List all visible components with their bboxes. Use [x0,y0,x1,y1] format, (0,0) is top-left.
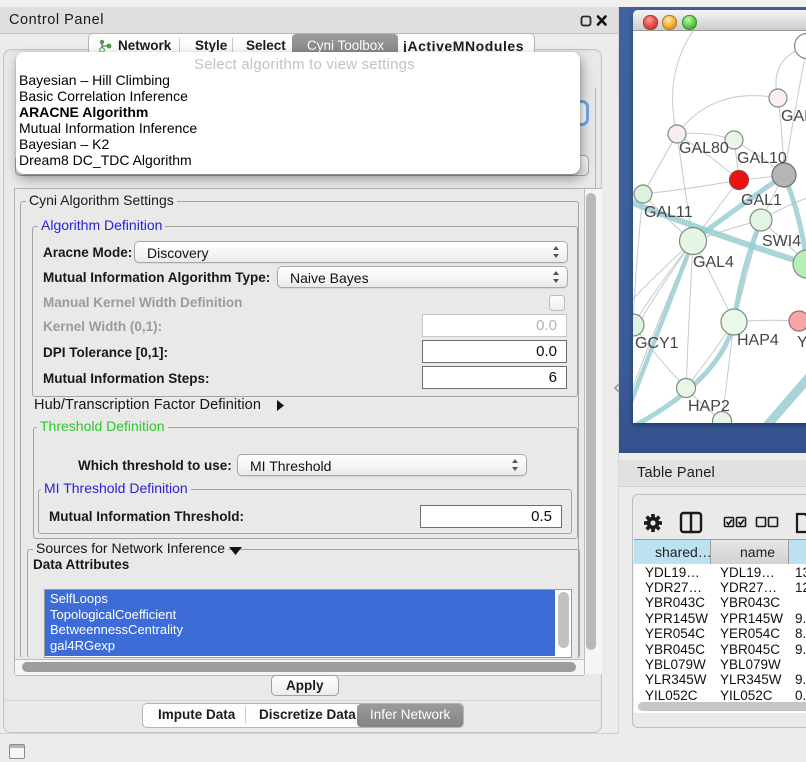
svg-text:HAP2: HAP2 [688,398,730,415]
svg-text:GAL80: GAL80 [679,140,729,157]
svg-text:GAL4: GAL4 [693,254,734,271]
svg-text:GAL1: GAL1 [741,192,782,209]
svg-text:HAP4: HAP4 [737,332,779,349]
svg-text:GAL10: GAL10 [737,150,787,167]
svg-text:GAL11: GAL11 [644,204,693,221]
svg-text:SWI4: SWI4 [762,233,801,250]
svg-text:GAL2: GAL2 [781,108,806,125]
svg-text:GCY1: GCY1 [635,335,679,352]
svg-text:YEL: YEL [797,334,806,351]
